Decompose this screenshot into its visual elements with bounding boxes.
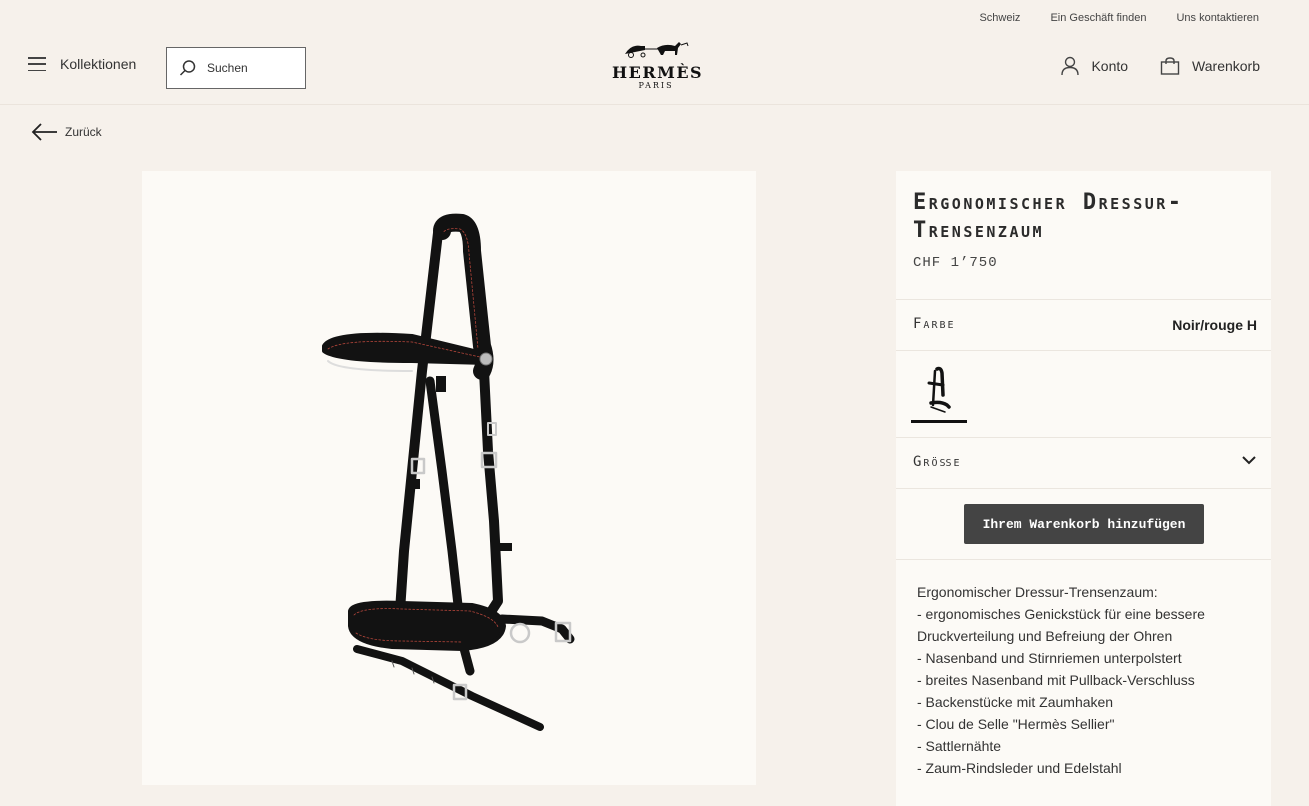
carriage-logo-icon [625, 42, 689, 58]
bag-icon [1160, 57, 1180, 75]
search-box[interactable] [166, 47, 306, 89]
search-input[interactable] [207, 61, 297, 75]
add-to-cart-button[interactable]: Ihrem Warenkorb hinzufügen [964, 504, 1204, 544]
find-store-link[interactable]: Ein Geschäft finden [1050, 12, 1146, 24]
description-line: - Backenstücke mit Zaumhaken [917, 694, 1114, 710]
product-description: Ergonomischer Dressur-Trensenzaum: - erg… [917, 581, 1237, 779]
collections-label: Kollektionen [60, 56, 137, 72]
product-panel: Ergonomischer Dressur-Trensenzaum CHF 1’… [896, 171, 1271, 806]
description-line: - Clou de Selle "Hermès Sellier" [917, 716, 1115, 732]
description-line: - breites Nasenband mit Pullback-Verschl… [917, 672, 1195, 688]
color-value: Noir/rouge H [1172, 317, 1257, 333]
back-link[interactable]: Zurück [31, 123, 102, 141]
bridle-image [322, 213, 575, 731]
back-label: Zurück [65, 125, 102, 139]
collections-menu-button[interactable]: Kollektionen [28, 56, 136, 72]
divider [896, 299, 1271, 300]
description-line: - Zaum-Rindsleder und Edelstahl [917, 760, 1122, 776]
product-image[interactable] [142, 171, 756, 785]
country-link[interactable]: Schweiz [979, 12, 1020, 24]
hermes-logo[interactable]: HERMÈS PARIS [612, 40, 704, 90]
color-swatch[interactable] [911, 365, 967, 423]
divider [896, 437, 1271, 438]
product-title: Ergonomischer Dressur-Trensenzaum [913, 190, 1184, 243]
cart-label: Warenkorb [1192, 58, 1260, 74]
product-price: CHF 1’750 [913, 255, 998, 271]
cart-link[interactable]: Warenkorb [1160, 57, 1260, 75]
description-line: - Sattlernähte [917, 738, 1002, 754]
description-line: - ergonomisches Genickstück für eine bes… [917, 606, 1205, 622]
color-label: Farbe [913, 316, 956, 332]
divider [896, 488, 1271, 489]
site-header: Kollektionen HERMÈS PARIS Konto [0, 34, 1309, 104]
account-link[interactable]: Konto [1061, 56, 1128, 76]
person-icon [1061, 56, 1080, 76]
divider [896, 559, 1271, 560]
utility-bar: Schweiz Ein Geschäft finden Uns kontakti… [979, 12, 1259, 24]
size-label: Größe [913, 454, 962, 470]
account-label: Konto [1091, 58, 1129, 74]
brand-wordmark: HERMÈS [612, 63, 704, 82]
search-icon [179, 60, 196, 76]
description-line: - Nasenband und Stirnriemen unterpolster… [917, 650, 1182, 666]
description-line: Ergonomischer Dressur-Trensenzaum: [917, 584, 1158, 600]
header-divider [0, 104, 1309, 105]
arrow-left-icon [31, 123, 57, 141]
bridle-thumbnail-icon [927, 366, 951, 413]
hamburger-icon [28, 57, 46, 71]
chevron-down-icon[interactable] [1241, 454, 1257, 466]
contact-link[interactable]: Uns kontaktieren [1176, 12, 1259, 24]
header-actions: Konto Warenkorb [1061, 56, 1260, 76]
brand-subline: PARIS [638, 81, 674, 90]
description-line: Druckverteilung und Befreiung der Ohren [917, 628, 1173, 644]
divider [896, 350, 1271, 351]
